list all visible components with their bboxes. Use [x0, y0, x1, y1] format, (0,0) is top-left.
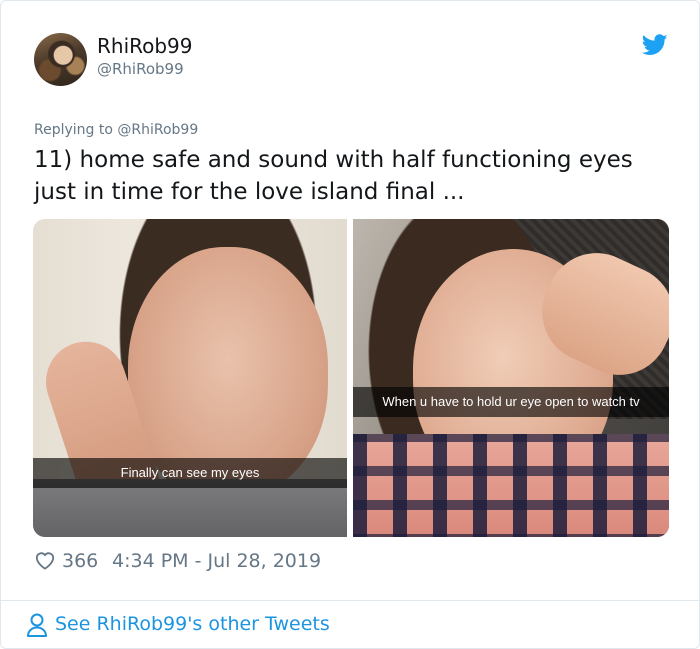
tweet-photo-1[interactable]: Finally can see my eyes: [33, 219, 347, 537]
tweet-timestamp[interactable]: 4:34 PM - Jul 28, 2019: [112, 550, 321, 572]
photo-shirt: [353, 434, 669, 537]
other-tweets-link[interactable]: See RhiRob99's other Tweets: [55, 613, 330, 635]
author-handle[interactable]: @RhiRob99: [97, 60, 184, 78]
twitter-bird-icon[interactable]: [642, 34, 668, 56]
tweet-photo-2[interactable]: When u have to hold ur eye open to watch…: [353, 219, 669, 537]
avatar[interactable]: [34, 33, 87, 86]
footer-divider: [1, 600, 699, 601]
like-count[interactable]: 366: [62, 550, 98, 572]
replying-to: Replying to @RhiRob99: [34, 122, 198, 138]
heart-icon[interactable]: [34, 550, 56, 570]
tweet-text: 11) home safe and sound with half functi…: [34, 147, 633, 205]
replying-to-mention[interactable]: @RhiRob99: [117, 122, 198, 138]
tweet-card: RhiRob99 @RhiRob99 Replying to @RhiRob99…: [0, 0, 700, 649]
photo-caption: Finally can see my eyes: [33, 458, 347, 488]
replying-to-prefix: Replying to: [34, 122, 118, 138]
photo-caption: When u have to hold ur eye open to watch…: [353, 387, 669, 417]
author-display-name[interactable]: RhiRob99: [97, 34, 193, 58]
person-icon[interactable]: [26, 612, 48, 638]
